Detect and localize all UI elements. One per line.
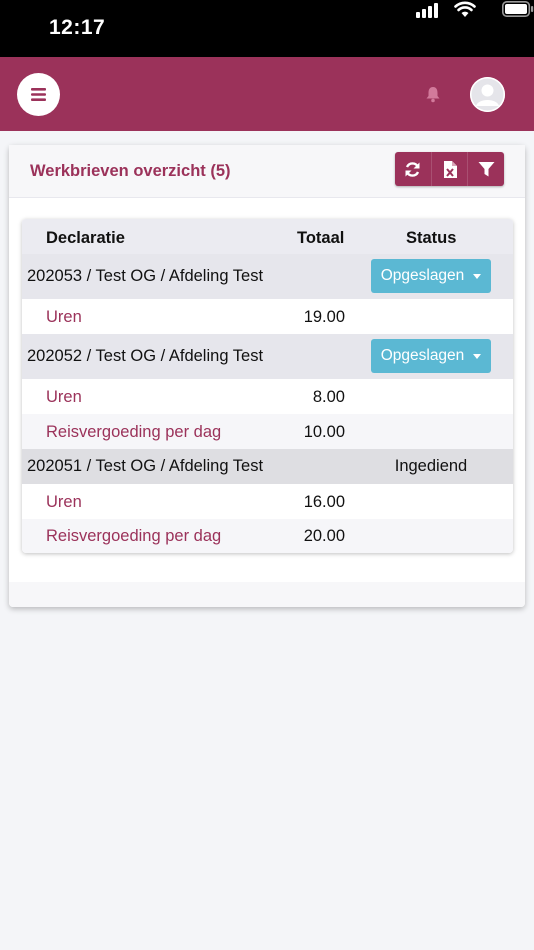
group-title: 202051 / Test OG / Afdeling Test <box>27 457 264 475</box>
status-label: Opgeslagen <box>380 347 465 364</box>
excel-export-icon <box>443 160 457 178</box>
refresh-button[interactable] <box>395 152 432 186</box>
card-header: Werkbrieven overzicht (5) <box>9 145 525 198</box>
bell-icon[interactable] <box>424 85 442 103</box>
hamburger-icon <box>31 88 46 101</box>
item-label: Uren <box>46 493 82 511</box>
werkbrieven-table: Declaratie Totaal Status 202053 / Test O… <box>22 219 513 553</box>
caret-down-icon <box>473 353 482 359</box>
item-total: 20.00 <box>303 527 345 545</box>
item-total: 19.00 <box>303 308 345 326</box>
table-row[interactable]: Reisvergoeding per dag 20.00 <box>22 519 513 553</box>
group-row: 202052 / Test OG / Afdeling Test Opgesla… <box>22 334 513 379</box>
werkbrieven-card: Werkbrieven overzicht (5) Declaratie Tot… <box>9 145 525 607</box>
app-header <box>0 57 534 131</box>
group-title: 202052 / Test OG / Afdeling Test <box>27 347 264 365</box>
wifi-icon <box>454 1 476 17</box>
menu-button[interactable] <box>17 73 60 116</box>
item-total: 8.00 <box>312 388 345 406</box>
item-label: Uren <box>46 388 82 406</box>
item-label: Uren <box>46 308 82 326</box>
card-footer <box>9 582 525 607</box>
status-dropdown-button[interactable]: Opgeslagen <box>371 259 491 293</box>
group-row: 202053 / Test OG / Afdeling Test Opgesla… <box>22 254 513 299</box>
status-time: 12:17 <box>49 16 106 39</box>
table-row[interactable]: Reisvergoeding per dag 10.00 <box>22 414 513 449</box>
group-title: 202053 / Test OG / Afdeling Test <box>27 267 264 285</box>
table-row[interactable]: Uren 8.00 <box>22 379 513 414</box>
cellular-signal-icon <box>416 2 438 18</box>
table-header-row: Declaratie Totaal Status <box>22 219 513 254</box>
export-excel-button[interactable] <box>432 152 469 186</box>
item-label: Reisvergoeding per dag <box>46 423 222 441</box>
status-dropdown-button[interactable]: Opgeslagen <box>371 339 491 373</box>
item-total: 10.00 <box>303 423 345 441</box>
caret-down-icon <box>473 273 482 279</box>
status-text: Ingediend <box>394 457 468 475</box>
column-header-totaal: Totaal <box>297 229 345 247</box>
status-bar: 12:17 <box>0 0 534 57</box>
user-avatar-icon <box>470 77 505 112</box>
item-label: Reisvergoeding per dag <box>46 527 222 545</box>
refresh-icon <box>405 161 420 177</box>
user-avatar[interactable] <box>470 77 505 112</box>
group-row: 202051 / Test OG / Afdeling Test Ingedie… <box>22 449 513 484</box>
table-row[interactable]: Uren 19.00 <box>22 299 513 334</box>
status-label: Opgeslagen <box>380 267 465 284</box>
item-total: 16.00 <box>303 493 345 511</box>
card-title: Werkbrieven overzicht (5) <box>30 162 231 180</box>
toolbar-button-group <box>395 152 504 186</box>
filter-icon <box>478 161 495 176</box>
battery-icon <box>502 1 534 17</box>
column-header-declaratie: Declaratie <box>46 229 125 247</box>
table-row[interactable]: Uren 16.00 <box>22 484 513 519</box>
filter-button[interactable] <box>468 152 504 186</box>
column-header-status: Status <box>406 229 457 247</box>
